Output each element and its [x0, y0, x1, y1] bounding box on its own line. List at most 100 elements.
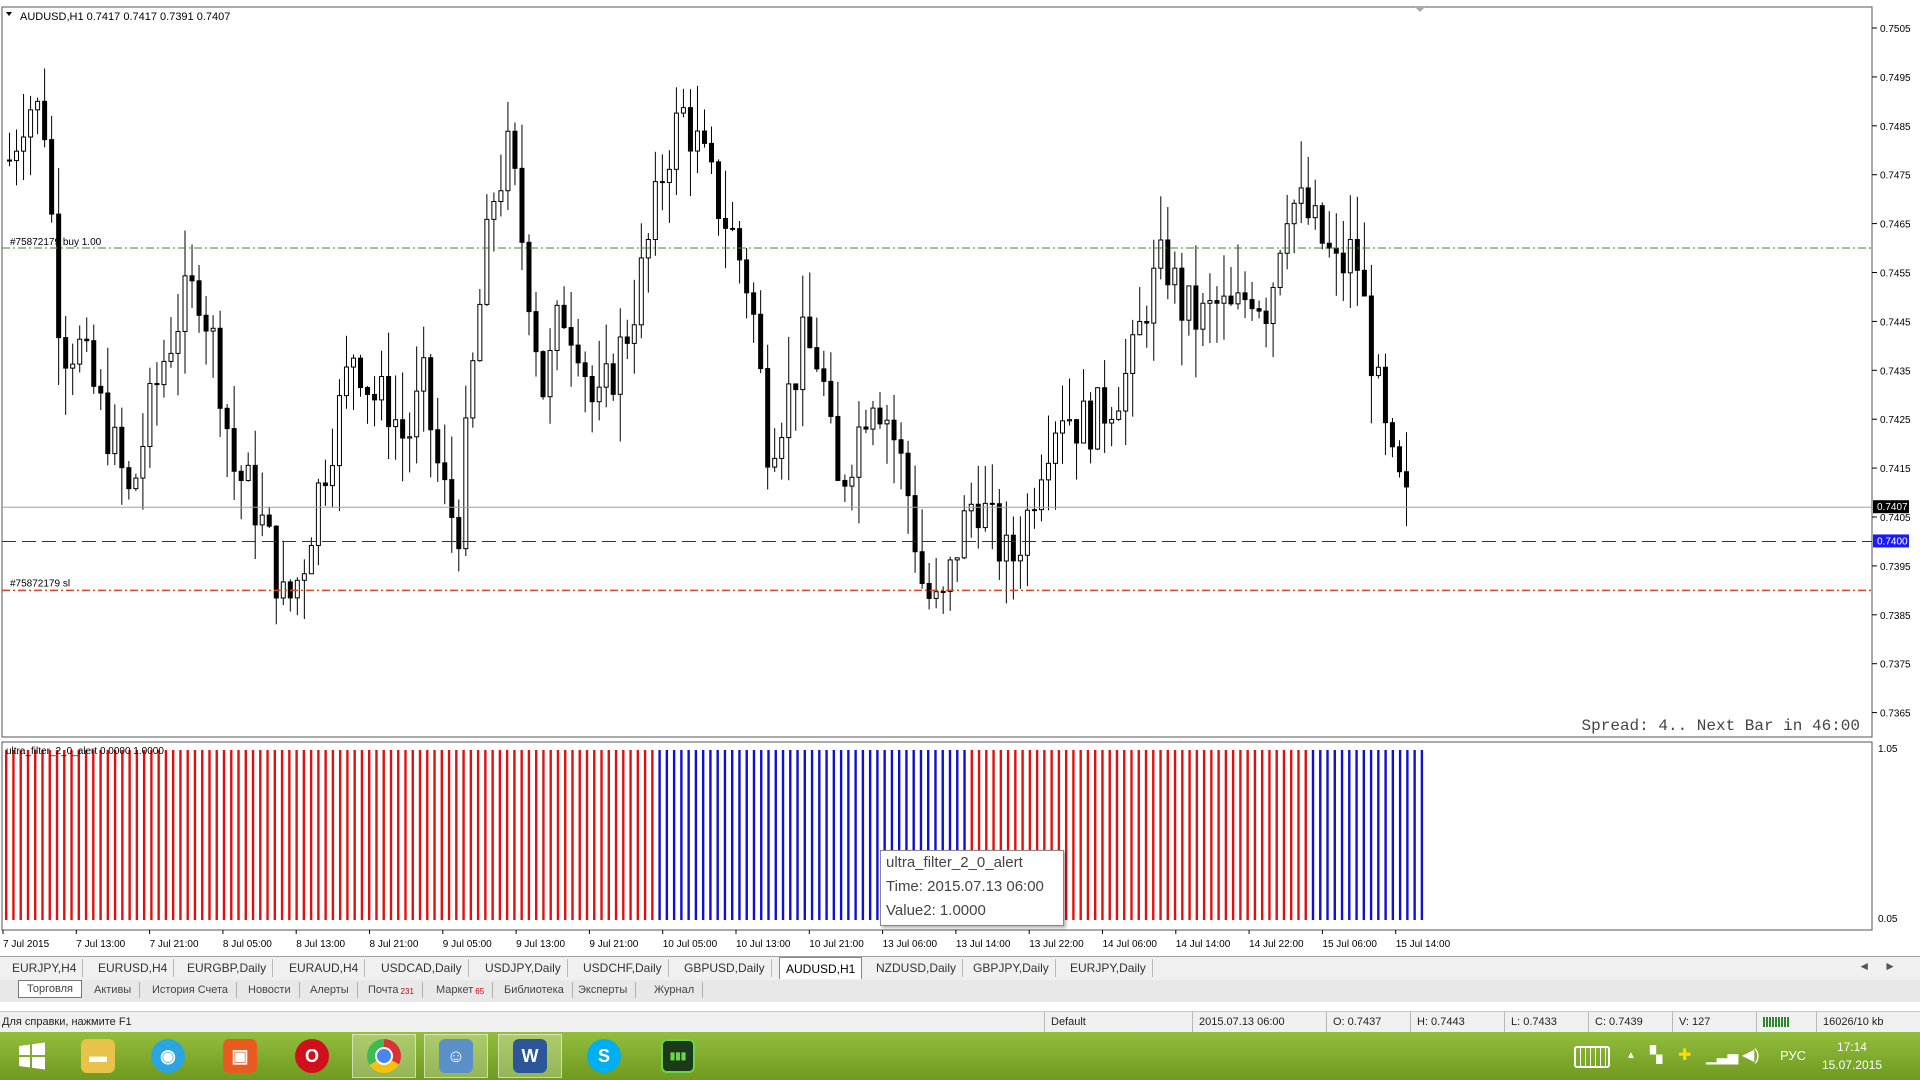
- indicator-bar: [1253, 750, 1257, 920]
- taskbar-explorer[interactable]: ▬: [66, 1034, 130, 1078]
- status-profile[interactable]: Default: [1044, 1012, 1191, 1032]
- chart-tab-usdcad-daily[interactable]: USDCAD,Daily: [375, 959, 469, 977]
- windows-logo-icon: [19, 1042, 45, 1070]
- indicator-bar: [324, 750, 327, 920]
- indicator-bar: [731, 750, 734, 920]
- indicator-bar: [1202, 750, 1206, 920]
- candle-body: [196, 280, 202, 316]
- candle-body: [168, 352, 174, 362]
- candle-body: [231, 428, 237, 472]
- candle-body: [421, 357, 427, 392]
- candle-body: [835, 415, 841, 481]
- terminal-tab-6[interactable]: Маркет 65: [428, 982, 494, 998]
- indicator-bar: [353, 750, 356, 920]
- terminal-tab-7[interactable]: Библиотека: [496, 982, 573, 998]
- chart-tab-eurjpy-h4[interactable]: EURJPY,H4: [6, 959, 84, 977]
- photo-app-icon: ▣: [223, 1039, 257, 1073]
- candle-body: [98, 385, 104, 394]
- price-chart[interactable]: 0.7505 0.7495 0.7485 0.7475 0.7465 0.7455 0.74…: [0, 0, 1920, 740]
- candle-body: [814, 347, 820, 370]
- chart-window[interactable]: 0.7505 0.7495 0.7485 0.7475 0.7465 0.7455 0.74…: [0, 0, 1920, 958]
- chrome-icon: [367, 1039, 401, 1073]
- chart-tab-eurgbp-daily[interactable]: EURGBP,Daily: [181, 959, 274, 977]
- candle-body: [933, 591, 939, 599]
- chart-tab-nzdusd-daily[interactable]: NZDUSD,Daily: [870, 959, 964, 977]
- chart-tab-euraud-h4[interactable]: EURAUD,H4: [283, 959, 366, 977]
- candle-body: [1396, 446, 1402, 473]
- taskbar-app-6[interactable]: ☺: [424, 1034, 488, 1078]
- candle-body: [1109, 418, 1115, 424]
- indicator-bar: [600, 750, 603, 920]
- chart-tab-audusd-h1[interactable]: AUDUSD,H1: [779, 957, 863, 979]
- indicator-bar: [1094, 750, 1097, 920]
- security-icon[interactable]: ✚: [1678, 1032, 1691, 1080]
- candle-body: [1186, 285, 1192, 321]
- start-button[interactable]: [0, 1034, 64, 1078]
- time-tick-label: 14 Jul 22:00: [1249, 939, 1304, 950]
- system-clock[interactable]: 17:14 15.07.2015: [1822, 1038, 1882, 1074]
- chart-tab-gbpjpy-daily[interactable]: GBPJPY,Daily: [967, 959, 1056, 977]
- indicator-bar: [1333, 750, 1336, 920]
- indicator-bar: [121, 750, 124, 920]
- candle-body: [694, 130, 700, 152]
- candle-body: [849, 476, 855, 487]
- candle-body: [1305, 187, 1311, 219]
- indicator-axis-bottom: 0.05: [1878, 914, 1898, 925]
- chart-tab-eurusd-h4[interactable]: EURUSD,H4: [92, 959, 175, 977]
- terminal-tab-1[interactable]: Активы: [86, 982, 141, 998]
- candle-body: [856, 426, 862, 478]
- taskbar-metatrader[interactable]: ▮▮▮: [646, 1034, 710, 1078]
- chart-tab-usdjpy-daily[interactable]: USDJPY,Daily: [479, 959, 568, 977]
- taskbar-chrome[interactable]: [352, 1034, 416, 1078]
- candle-body: [680, 107, 686, 114]
- terminal-tab-0[interactable]: Торговля: [18, 980, 82, 998]
- terminal-tab-8[interactable]: Эксперты: [570, 982, 637, 998]
- indicator-bar: [1297, 750, 1300, 920]
- indicator-bar: [244, 750, 247, 920]
- indicator-bar: [222, 750, 226, 920]
- chart-tab-gbpusd-daily[interactable]: GBPUSD,Daily: [678, 959, 772, 977]
- terminal-tab-5[interactable]: Почта 231: [360, 982, 423, 998]
- chart-tab-usdchf-daily[interactable]: USDCHF,Daily: [577, 959, 669, 977]
- language-indicator[interactable]: РУС: [1780, 1032, 1806, 1080]
- indicator-bar: [1086, 750, 1090, 920]
- terminal-tab-2[interactable]: История Счета: [144, 982, 238, 998]
- candle-body: [70, 363, 76, 369]
- indicator-bar: [585, 750, 589, 920]
- network-icon[interactable]: ▁▃▅: [1706, 1032, 1738, 1080]
- indicator-bar: [1181, 750, 1184, 920]
- tab-scroll-arrows[interactable]: ◄►: [1858, 959, 1910, 973]
- terminal-tab-4[interactable]: Алерты: [302, 982, 358, 998]
- candle-body: [315, 482, 321, 546]
- candle-body: [751, 292, 757, 315]
- indicator-bar: [498, 750, 502, 920]
- price-axis: 0.7505 0.7495 0.7485 0.7475 0.7465 0.7455 0.74…: [1872, 24, 1911, 720]
- terminal-tab-9[interactable]: Журнал: [646, 982, 704, 998]
- candle-body: [343, 366, 349, 397]
- taskbar-opera[interactable]: O: [280, 1034, 344, 1078]
- candle-body: [1038, 479, 1044, 511]
- candle-body: [1067, 419, 1073, 422]
- indicator-bar: [556, 750, 560, 920]
- taskbar-word[interactable]: W: [498, 1034, 562, 1078]
- terminal-tab-3[interactable]: Новости: [240, 982, 300, 998]
- taskbar-app-3[interactable]: ▣: [208, 1034, 272, 1078]
- indicator-bar: [1311, 750, 1315, 920]
- chart-tab-eurjpy-daily[interactable]: EURJPY,Daily: [1064, 959, 1153, 977]
- action-center-icon[interactable]: ▚: [1650, 1032, 1662, 1080]
- taskbar-app-2[interactable]: ◉: [136, 1034, 200, 1078]
- candle-body: [723, 218, 729, 229]
- indicator-bar: [1355, 750, 1358, 920]
- tray-expand-icon[interactable]: ▲: [1626, 1032, 1636, 1080]
- indicator-bar: [680, 750, 683, 920]
- keyboard-icon[interactable]: [1574, 1032, 1610, 1080]
- candle-body: [905, 452, 911, 497]
- taskbar-skype[interactable]: S: [572, 1034, 636, 1078]
- indicator-bar: [1231, 750, 1235, 920]
- indicator-bar: [302, 750, 306, 920]
- price-tick-label: 0.7475: [1880, 171, 1911, 182]
- candle-body: [63, 337, 69, 369]
- terminal-tab-label: Маркет: [436, 984, 474, 996]
- time-tick-label: 9 Jul 13:00: [516, 939, 565, 950]
- volume-icon[interactable]: ◀): [1742, 1032, 1760, 1080]
